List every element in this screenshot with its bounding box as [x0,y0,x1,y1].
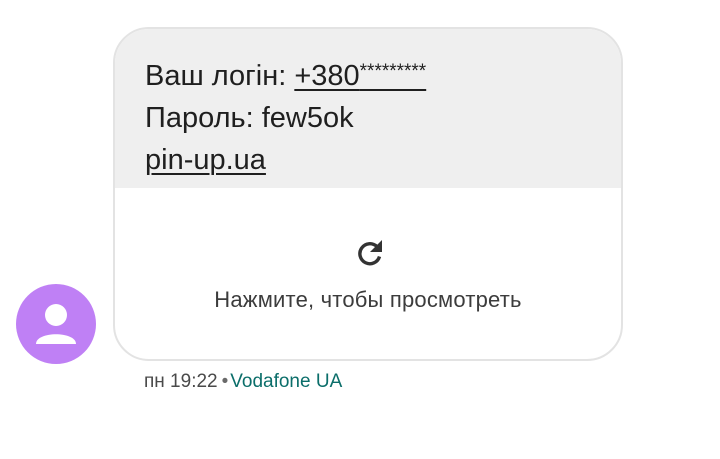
login-line: Ваш логін: +380********* [145,51,621,97]
login-phone-link[interactable]: +380********* [294,60,426,92]
message-text: Ваш логін: +380********* Пароль: few5ok … [115,29,621,188]
preview-label: Нажмите, чтобы просмотреть [214,287,522,312]
message-bubble[interactable]: Ваш логін: +380********* Пароль: few5ok … [113,27,623,361]
url-link[interactable]: pin-up.ua [145,144,266,176]
password-line: Пароль: few5ok [145,102,354,134]
contact-avatar[interactable] [16,284,96,364]
message-time: пн 19:22 [144,371,218,392]
login-masked: ********* [359,61,427,82]
person-icon [36,304,76,344]
login-number: +380 [294,60,360,92]
meta-separator: • [221,371,229,392]
link-preview-button[interactable]: Нажмите, чтобы просмотреть [115,188,621,359]
sms-conversation: Ваш логін: +380********* Пароль: few5ok … [0,0,720,459]
sender-name: Vodafone UA [230,371,343,392]
refresh-icon [358,240,382,266]
login-label: Ваш логін: [145,60,295,92]
message-meta: пн 19:22 • Vodafone UA [144,371,342,393]
